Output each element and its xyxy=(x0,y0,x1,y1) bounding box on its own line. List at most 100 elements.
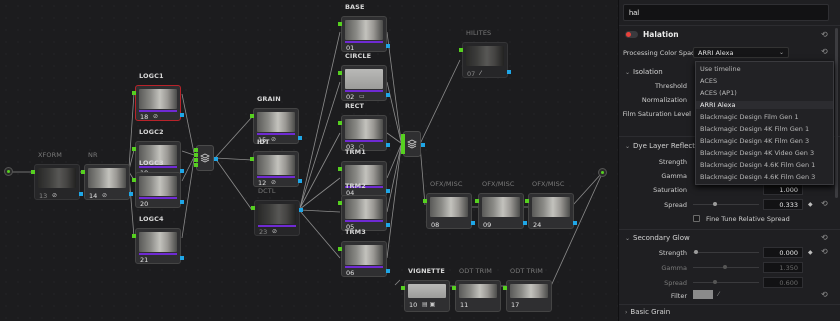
node-output-port[interactable] xyxy=(299,208,303,212)
node-circle[interactable]: CIRCLE 02 ▭ xyxy=(338,52,390,101)
gamma-value-field[interactable]: 1.350 xyxy=(763,262,803,273)
saturation-value-field[interactable]: 1.000 xyxy=(763,184,803,195)
search-input[interactable] xyxy=(623,4,829,21)
gamma-slider-handle[interactable] xyxy=(723,265,727,269)
node-output-port[interactable] xyxy=(386,143,390,147)
node-output-port[interactable] xyxy=(129,192,133,196)
node-input-port[interactable] xyxy=(132,234,136,238)
spread-slider-handle[interactable] xyxy=(712,202,717,206)
node-input-port[interactable] xyxy=(81,170,85,174)
node-idt[interactable]: IDT 12 ⊘ xyxy=(250,138,302,187)
node-base[interactable]: BASE 01 xyxy=(338,3,390,52)
node-input-port[interactable] xyxy=(132,178,136,182)
fine-tune-checkbox[interactable] xyxy=(693,215,700,222)
node-output-port[interactable] xyxy=(180,200,184,204)
node-ofx2[interactable]: OFX/MISC 09 xyxy=(475,180,527,229)
node-nr[interactable]: NR 14 ⊘ xyxy=(81,151,133,200)
node-xform[interactable]: XFORM 13 ⊘ xyxy=(31,151,83,200)
panel-scrollbar[interactable] xyxy=(835,28,838,198)
menu-option[interactable]: Blackmagic Design 4K Film Gen 1 xyxy=(700,125,809,133)
node-trm3[interactable]: TRM3 06 xyxy=(338,228,390,277)
keyframe-icon[interactable]: ◆ xyxy=(808,249,813,256)
spread-value-field[interactable]: 0.600 xyxy=(763,277,803,288)
node-trm1[interactable]: TRM1 04 xyxy=(338,148,390,197)
node-output-port[interactable] xyxy=(386,93,390,97)
secondary-glow-section[interactable]: ⌄ Secondary Glow xyxy=(625,234,690,242)
menu-option[interactable]: ACES xyxy=(700,77,717,85)
node-output-port[interactable] xyxy=(386,269,390,273)
node-input-port[interactable] xyxy=(250,114,254,118)
node-output-port[interactable] xyxy=(79,192,83,196)
node-input-port[interactable] xyxy=(475,199,479,203)
node-trm2[interactable]: TRM2 05 xyxy=(338,182,390,231)
node-input-port[interactable] xyxy=(338,167,342,171)
node-input-port[interactable] xyxy=(338,121,342,125)
reset-icon[interactable]: ⟲ xyxy=(821,290,828,299)
reset-icon[interactable]: ⟲ xyxy=(821,47,828,56)
node-input-port[interactable] xyxy=(503,286,507,290)
node-graph[interactable]: XFORM 13 ⊘ NR 14 ⊘ LOGC1 18 ⊘ LOGC2 1 xyxy=(0,0,618,321)
layer-mixer-node[interactable] xyxy=(401,131,425,157)
eyedropper-icon[interactable]: ⁄ xyxy=(718,290,719,298)
node-output-port[interactable] xyxy=(573,221,577,225)
node-hilites[interactable]: HILITES 07 ⁄ xyxy=(459,29,511,78)
node-logc1[interactable]: LOGC1 18 ⊘ xyxy=(132,72,184,121)
node-input-port[interactable] xyxy=(132,147,136,151)
processing-color-space-dropdown[interactable]: ARRI Alexa ⌄ xyxy=(693,47,789,58)
node-input-port[interactable] xyxy=(452,286,456,290)
isolation-section[interactable]: ⌄ Isolation xyxy=(625,68,663,76)
node-odt2[interactable]: ODT TRIM 17 xyxy=(503,267,552,316)
node-input-port[interactable] xyxy=(401,286,405,290)
node-vignette[interactable]: VIGNETTE 10 ▤ ▣ xyxy=(401,267,450,316)
node-input-port[interactable] xyxy=(250,157,254,161)
node-ofx1[interactable]: OFX/MISC 08 xyxy=(423,180,475,229)
menu-option[interactable]: Blackmagic Design 4.6K Film Gen 1 xyxy=(700,161,815,169)
node-output-port[interactable] xyxy=(180,256,184,260)
node-output-port[interactable] xyxy=(507,70,511,74)
node-output-port[interactable] xyxy=(386,44,390,48)
node-output-port[interactable] xyxy=(471,221,475,225)
node-logc4[interactable]: LOGC4 21 xyxy=(132,215,184,264)
strength-slider[interactable] xyxy=(693,252,759,253)
menu-option[interactable]: Blackmagic Design 4.6K Film Gen 3 xyxy=(700,173,815,181)
node-odt1[interactable]: ODT TRIM 11 xyxy=(452,267,501,316)
node-rect[interactable]: RECT 03 ○ xyxy=(338,102,390,151)
menu-option[interactable]: ACES (AP1) xyxy=(700,89,737,97)
node-input-port[interactable] xyxy=(338,22,342,26)
node-output-port[interactable] xyxy=(298,179,302,183)
spread-slider[interactable] xyxy=(693,204,759,205)
node-output-port[interactable] xyxy=(386,223,390,227)
node-input-port[interactable] xyxy=(132,91,136,95)
spread-slider[interactable] xyxy=(693,282,759,283)
effect-enable-toggle[interactable] xyxy=(625,31,638,38)
strength-slider-handle[interactable] xyxy=(694,250,698,254)
output-icon[interactable] xyxy=(598,168,607,177)
color-space-menu[interactable]: Use timeline ACES ACES (AP1) ARRI Alexa Blac… xyxy=(695,61,834,185)
dye-layer-section[interactable]: ⌄ Dye Layer Reflection xyxy=(625,142,706,150)
node-input-port[interactable] xyxy=(251,206,255,210)
reset-icon[interactable]: ⟲ xyxy=(821,233,828,242)
node-input-port[interactable] xyxy=(338,247,342,251)
spread-slider-handle[interactable] xyxy=(713,280,717,284)
node-input-port[interactable] xyxy=(525,199,529,203)
source-input-icon[interactable] xyxy=(4,167,13,176)
menu-option[interactable]: ARRI Alexa xyxy=(696,101,833,109)
node-ofx3[interactable]: OFX/MISC 24 xyxy=(525,180,577,229)
reset-icon[interactable]: ⟲ xyxy=(821,30,828,39)
basic-grain-section[interactable]: › Basic Grain xyxy=(625,308,670,316)
node-output-port[interactable] xyxy=(180,113,184,117)
node-input-port[interactable] xyxy=(423,199,427,203)
menu-option[interactable]: Blackmagic Design 4K Film Gen 3 xyxy=(700,137,809,145)
node-output-port[interactable] xyxy=(523,221,527,225)
menu-option[interactable]: Blackmagic Design 4K Video Gen 3 xyxy=(700,149,814,157)
node-input-port[interactable] xyxy=(338,201,342,205)
node-output-port[interactable] xyxy=(386,189,390,193)
node-input-port[interactable] xyxy=(459,48,463,52)
node-logc3[interactable]: LOGC3 20 xyxy=(132,159,184,208)
menu-option[interactable]: Use timeline xyxy=(700,65,741,73)
node-output-port[interactable] xyxy=(298,136,302,140)
spread-value-field[interactable]: 0.333 xyxy=(763,199,803,210)
layer-mixer-node[interactable] xyxy=(194,145,218,171)
filter-color-swatch[interactable] xyxy=(693,290,713,299)
menu-option[interactable]: Blackmagic Design Film Gen 1 xyxy=(700,113,799,121)
